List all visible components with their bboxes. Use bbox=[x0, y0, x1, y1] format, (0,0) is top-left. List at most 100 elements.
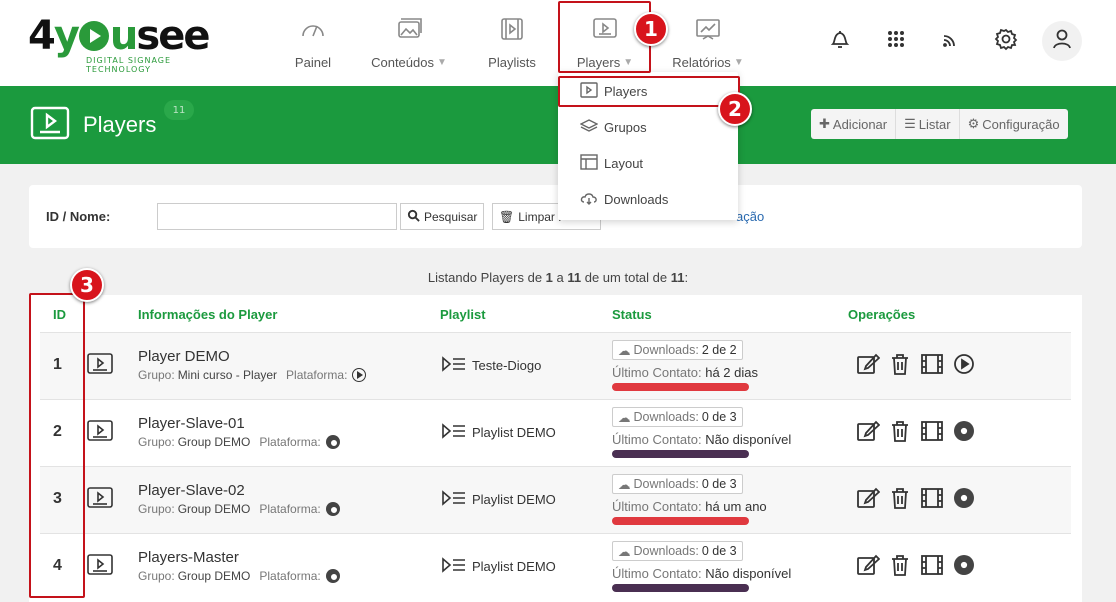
add-button[interactable]: ✚ Adicionar bbox=[811, 109, 897, 139]
chrome-icon[interactable] bbox=[952, 419, 976, 447]
contact-value: há um ano bbox=[705, 499, 767, 514]
logo[interactable]: 4 y u see DIGITAL SIGNAGE TECHNOLOGY bbox=[28, 12, 228, 74]
play-platform-icon bbox=[352, 368, 367, 382]
search-link[interactable]: ação bbox=[736, 209, 764, 224]
config-button[interactable]: ⚙ Configuração bbox=[960, 109, 1068, 139]
player-playlist[interactable]: Playlist DEMO bbox=[442, 423, 556, 442]
last-contact: Último Contato: Não disponível bbox=[612, 432, 791, 447]
col-status: Status bbox=[612, 307, 652, 322]
player-playlist[interactable]: Playlist DEMO bbox=[442, 557, 556, 576]
player-meta: Grupo: Group DEMO Plataforma: bbox=[138, 502, 340, 516]
chrome-icon[interactable] bbox=[952, 553, 976, 581]
play-circle-icon[interactable] bbox=[952, 352, 976, 380]
col-info[interactable]: Informações do Player bbox=[138, 307, 277, 322]
downloads-status: ☁ Downloads: 0 de 3 bbox=[612, 407, 743, 427]
cloud-download-icon: ☁ bbox=[618, 544, 631, 559]
trash-icon[interactable] bbox=[888, 553, 912, 581]
player-screen-icon bbox=[86, 419, 114, 443]
search-label: ID / Nome: bbox=[46, 209, 111, 224]
contact-label: Último Contato: bbox=[612, 566, 702, 581]
listing-total: 11 bbox=[670, 270, 685, 285]
status-bar bbox=[612, 517, 749, 525]
menu-item-grupos[interactable]: Grupos bbox=[579, 118, 647, 137]
nav-conteudos[interactable]: Conteúdos ▼ bbox=[366, 0, 452, 86]
menu-item-label: Downloads bbox=[604, 192, 669, 207]
status-bar bbox=[612, 584, 749, 592]
search-button[interactable]: Pesquisar bbox=[400, 203, 485, 230]
search-icon bbox=[407, 209, 420, 225]
gauge-icon bbox=[298, 14, 328, 47]
user-avatar[interactable] bbox=[1042, 21, 1082, 61]
downloads-label: Downloads: bbox=[633, 343, 699, 357]
downloads-status: ☁ Downloads: 0 de 3 bbox=[612, 474, 743, 494]
col-operations: Operações bbox=[848, 307, 916, 322]
nav-painel-label: Painel bbox=[294, 55, 332, 70]
menu-item-layout[interactable]: Layout bbox=[580, 154, 643, 173]
playlist-name: Playlist DEMO bbox=[472, 559, 556, 574]
trash-icon[interactable] bbox=[888, 486, 912, 514]
search-input[interactable] bbox=[157, 203, 397, 230]
player-name[interactable]: Player-Slave-02 bbox=[138, 482, 245, 499]
row-operations bbox=[856, 553, 976, 581]
downloads-value: 0 de 3 bbox=[701, 544, 737, 558]
trash-icon[interactable] bbox=[888, 419, 912, 447]
player-name[interactable]: Player-Slave-01 bbox=[138, 415, 245, 432]
group-label: Grupo: bbox=[138, 435, 175, 449]
playlist-name: Playlist DEMO bbox=[472, 492, 556, 507]
player-playlist[interactable]: Teste-Diogo bbox=[442, 356, 541, 375]
player-playlist[interactable]: Playlist DEMO bbox=[442, 490, 556, 509]
step-marker-3: 3 bbox=[70, 268, 104, 302]
list-button[interactable]: ☰ Listar bbox=[896, 109, 960, 139]
images-icon bbox=[394, 14, 424, 47]
apps-grid-icon[interactable] bbox=[883, 26, 913, 56]
player-meta: Grupo: Group DEMO Plataforma: bbox=[138, 435, 340, 449]
listing-from: 1 bbox=[545, 270, 553, 285]
menu-item-downloads[interactable]: Downloads bbox=[580, 190, 668, 209]
cloud-download-icon bbox=[580, 190, 598, 209]
film-icon[interactable] bbox=[920, 352, 944, 380]
player-screen-icon bbox=[30, 106, 70, 142]
downloads-value: 0 de 3 bbox=[701, 477, 737, 491]
trash-icon[interactable] bbox=[888, 352, 912, 380]
listing-part: Listando Players de bbox=[427, 270, 546, 285]
player-name[interactable]: Player DEMO bbox=[138, 348, 230, 365]
downloads-label: Downloads: bbox=[633, 410, 699, 424]
listing-part: de um total de bbox=[581, 270, 671, 285]
nav-painel[interactable]: Painel bbox=[286, 0, 340, 86]
logo-part: u bbox=[109, 13, 139, 59]
contact-label: Último Contato: bbox=[612, 365, 702, 380]
last-contact: Último Contato: há 2 dias bbox=[612, 365, 758, 380]
contact-label: Último Contato: bbox=[612, 432, 702, 447]
edit-icon[interactable] bbox=[856, 486, 881, 514]
film-icon[interactable] bbox=[920, 553, 944, 581]
highlight-menu-players bbox=[558, 76, 740, 107]
layers-icon bbox=[579, 118, 599, 137]
logo-play-icon bbox=[78, 21, 109, 51]
film-icon[interactable] bbox=[920, 486, 944, 514]
contact-value: há 2 dias bbox=[705, 365, 758, 380]
contact-value: Não disponível bbox=[705, 566, 792, 581]
chrome-icon[interactable] bbox=[952, 486, 976, 514]
film-icon[interactable] bbox=[920, 419, 944, 447]
platform-label: Plataforma: bbox=[286, 368, 348, 382]
rss-icon[interactable] bbox=[938, 26, 968, 56]
col-playlist[interactable]: Playlist bbox=[440, 307, 486, 322]
downloads-status: ☁ Downloads: 0 de 3 bbox=[612, 541, 743, 561]
search-button-label: Pesquisar bbox=[424, 209, 478, 224]
step-marker-2: 2 bbox=[718, 92, 752, 126]
edit-icon[interactable] bbox=[856, 553, 881, 581]
player-name[interactable]: Players-Master bbox=[138, 549, 239, 566]
trash-icon: 🗑 bbox=[499, 209, 515, 224]
gear-icon[interactable] bbox=[993, 26, 1023, 56]
edit-icon[interactable] bbox=[856, 352, 881, 380]
menu-item-label: Layout bbox=[604, 156, 644, 171]
playlist-name: Playlist DEMO bbox=[472, 425, 556, 440]
edit-icon[interactable] bbox=[856, 419, 881, 447]
bell-icon[interactable] bbox=[827, 26, 857, 56]
nav-playlists[interactable]: Playlists bbox=[484, 0, 540, 86]
player-screen-icon bbox=[86, 486, 114, 510]
gear-icon: ⚙ bbox=[967, 116, 980, 131]
highlight-id-column bbox=[29, 293, 85, 598]
player-count-badge: 11 bbox=[164, 100, 194, 120]
film-icon bbox=[497, 14, 527, 47]
